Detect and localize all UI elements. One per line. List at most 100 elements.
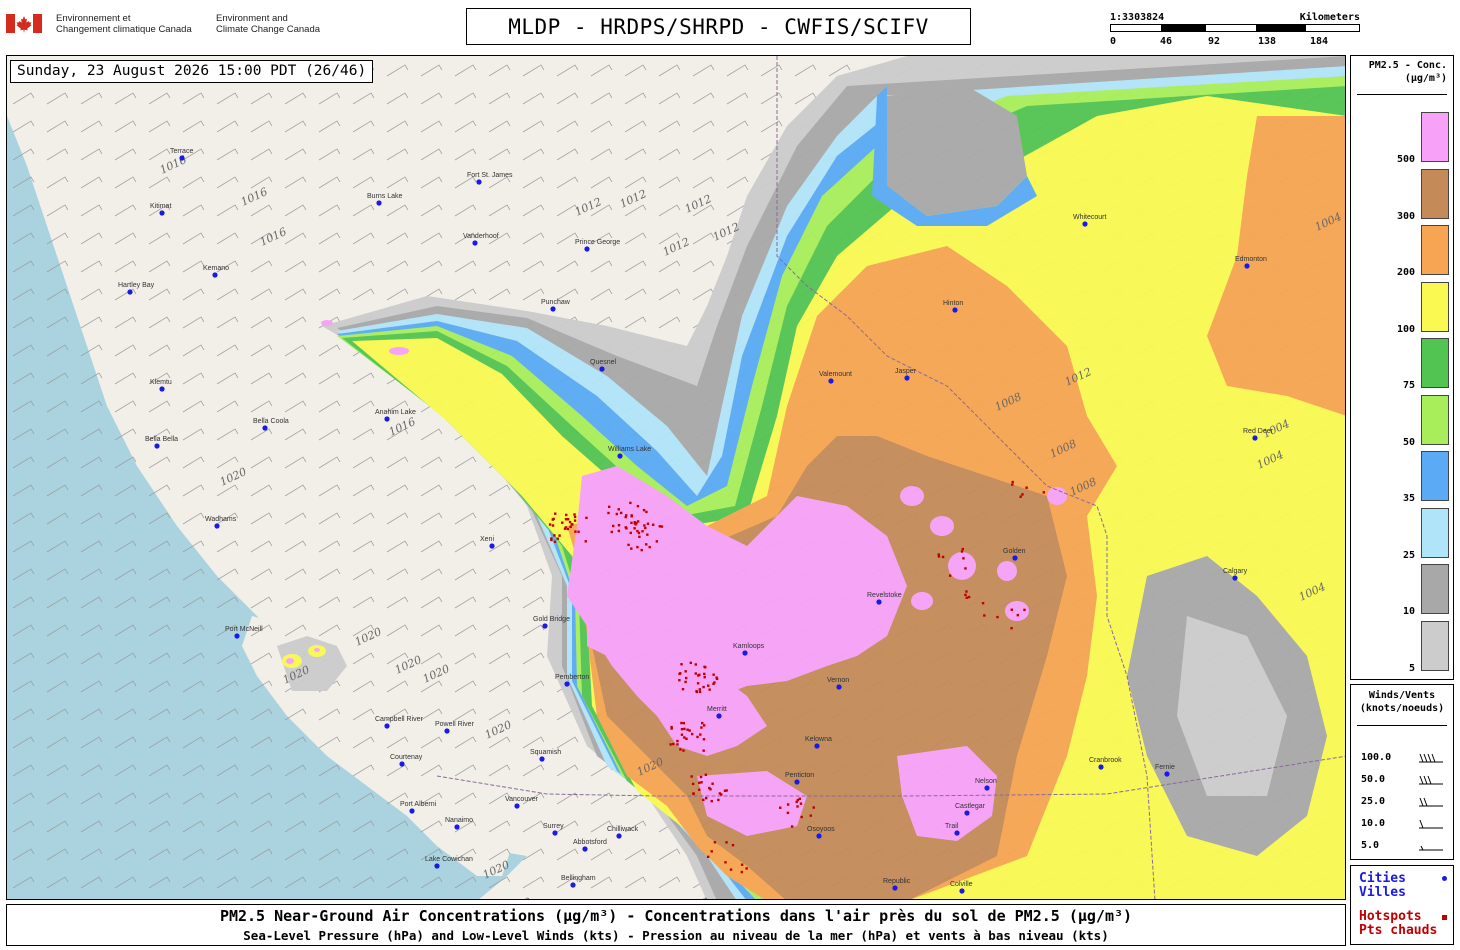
hotspot-marker — [731, 843, 735, 847]
hotspot-marker — [809, 814, 812, 817]
hotspot-marker — [651, 523, 655, 526]
city-dot — [179, 155, 185, 161]
hotspot-marker — [1042, 491, 1046, 494]
hotspot-marker — [699, 775, 703, 779]
city-label: Red Deer — [1243, 428, 1274, 435]
hotspot-marker — [701, 721, 704, 725]
city-label: Jasper — [895, 368, 917, 375]
hotspot-marker — [573, 515, 577, 519]
hotspot-marker — [680, 727, 684, 731]
hotspot-marker — [617, 523, 621, 527]
city-dot — [552, 830, 558, 836]
hotspot-marker — [704, 666, 707, 669]
hotspot-marker — [615, 512, 619, 516]
city-label: Squamish — [530, 749, 561, 756]
city-dot — [570, 882, 576, 888]
city-label: Abbotsford — [573, 839, 607, 846]
city-dot — [582, 846, 588, 852]
agency-name-en: Environment and Climate Change Canada — [216, 13, 321, 35]
city-label: Xeni — [480, 536, 494, 543]
scale-tick: 0 — [1110, 36, 1117, 47]
city-dot — [159, 386, 165, 392]
city-label: Colville — [950, 881, 973, 888]
city-label: Bella Bella — [145, 436, 178, 443]
scale-tick: 92 — [1208, 36, 1221, 47]
city-label: Quesnel — [590, 359, 617, 366]
city-label: Terrace — [170, 148, 193, 155]
hotspot-marker — [712, 682, 715, 686]
hotspot-marker — [1021, 493, 1024, 496]
city-label: Castlegar — [955, 803, 986, 810]
hotspot-marker — [700, 726, 703, 729]
hotspot-marker — [937, 553, 940, 556]
hotspot-marker — [678, 672, 681, 676]
hotspot-marker — [948, 574, 952, 577]
hotspot-marker — [720, 793, 723, 796]
city-label: Port McNeill — [225, 626, 263, 633]
hotspot-marker — [643, 524, 646, 527]
city-label: Anahim Lake — [375, 409, 416, 416]
hotspot-marker — [686, 728, 689, 731]
map-canvas[interactable]: 1016 1016 1016 1016 1012 1012 1012 1012 1012 1012… — [6, 55, 1346, 900]
wind-barb-icon — [1419, 845, 1443, 851]
hotspot-marker — [690, 775, 693, 778]
scale-ratio: 1:3303824 — [1110, 12, 1165, 23]
hotspot-marker — [983, 614, 986, 617]
hotspot-marker — [812, 806, 815, 809]
city-label: Fort St. James — [467, 172, 513, 179]
hotspot-marker — [1011, 483, 1014, 486]
hotspot-marker — [708, 688, 711, 691]
forecast-datetime: Sunday, 23 August 2026 15:00 PDT (26/46) — [10, 60, 374, 83]
city-dot — [876, 599, 882, 605]
hotspot-marker — [683, 727, 686, 731]
hotspot-marker — [779, 806, 782, 809]
hotspot-marker — [703, 672, 706, 676]
city-label: Pemberton — [555, 674, 589, 681]
city-dot — [1164, 771, 1170, 777]
hotspot-marker — [640, 548, 643, 552]
city-dot — [489, 543, 495, 549]
city-dot — [1082, 221, 1088, 227]
hotspot-marker — [558, 534, 561, 537]
city-dot — [444, 728, 450, 734]
city-label: Campbell River — [375, 716, 424, 723]
legend-swatch — [1421, 338, 1449, 388]
hotspot-marker — [633, 521, 636, 524]
hotspot-marker — [698, 781, 701, 784]
city-label: Vancouver — [505, 796, 539, 803]
city-dot — [616, 833, 622, 839]
hotspot-marker — [1010, 608, 1013, 611]
scale-bar-graphic — [1110, 24, 1360, 32]
city-dot — [212, 272, 218, 278]
hotspot-marker — [607, 511, 610, 515]
legend-swatch — [1421, 394, 1449, 445]
hotspot-marker — [710, 850, 713, 853]
city-label: Punchaw — [541, 299, 571, 306]
city-dot — [234, 633, 240, 639]
legend-value: 200 — [1396, 267, 1415, 278]
legend-swatch — [1421, 620, 1449, 671]
hotspot-marker — [962, 557, 965, 560]
hotspot-marker — [965, 596, 968, 599]
hotspot-marker — [707, 684, 710, 687]
hotspot-marker — [708, 786, 711, 790]
legend-value: 10 — [1402, 606, 1415, 617]
city-dot — [384, 723, 390, 729]
hotspot-marker — [696, 682, 700, 685]
hotspot-marker — [699, 733, 702, 736]
hotspot-marker — [964, 567, 967, 570]
city-label: Vanderhoof — [463, 233, 499, 240]
wind-legend-row: 25.0 — [1361, 796, 1451, 807]
city-label: Burns Lake — [367, 193, 403, 200]
hotspot-marker — [569, 525, 572, 529]
city-label: Nelson — [975, 778, 997, 785]
city-dot — [454, 824, 460, 830]
city-label: Republic — [883, 878, 911, 885]
legend-value: 5 — [1408, 662, 1415, 674]
wind-barb-icon — [1419, 775, 1443, 785]
map-caption: PM2.5 Near-Ground Air Concentrations (µg… — [6, 904, 1346, 946]
city-label: Osoyoos — [807, 826, 835, 833]
hotspot-marker — [745, 867, 748, 870]
city-dot — [1252, 435, 1258, 441]
hotspot-marker — [707, 855, 710, 859]
